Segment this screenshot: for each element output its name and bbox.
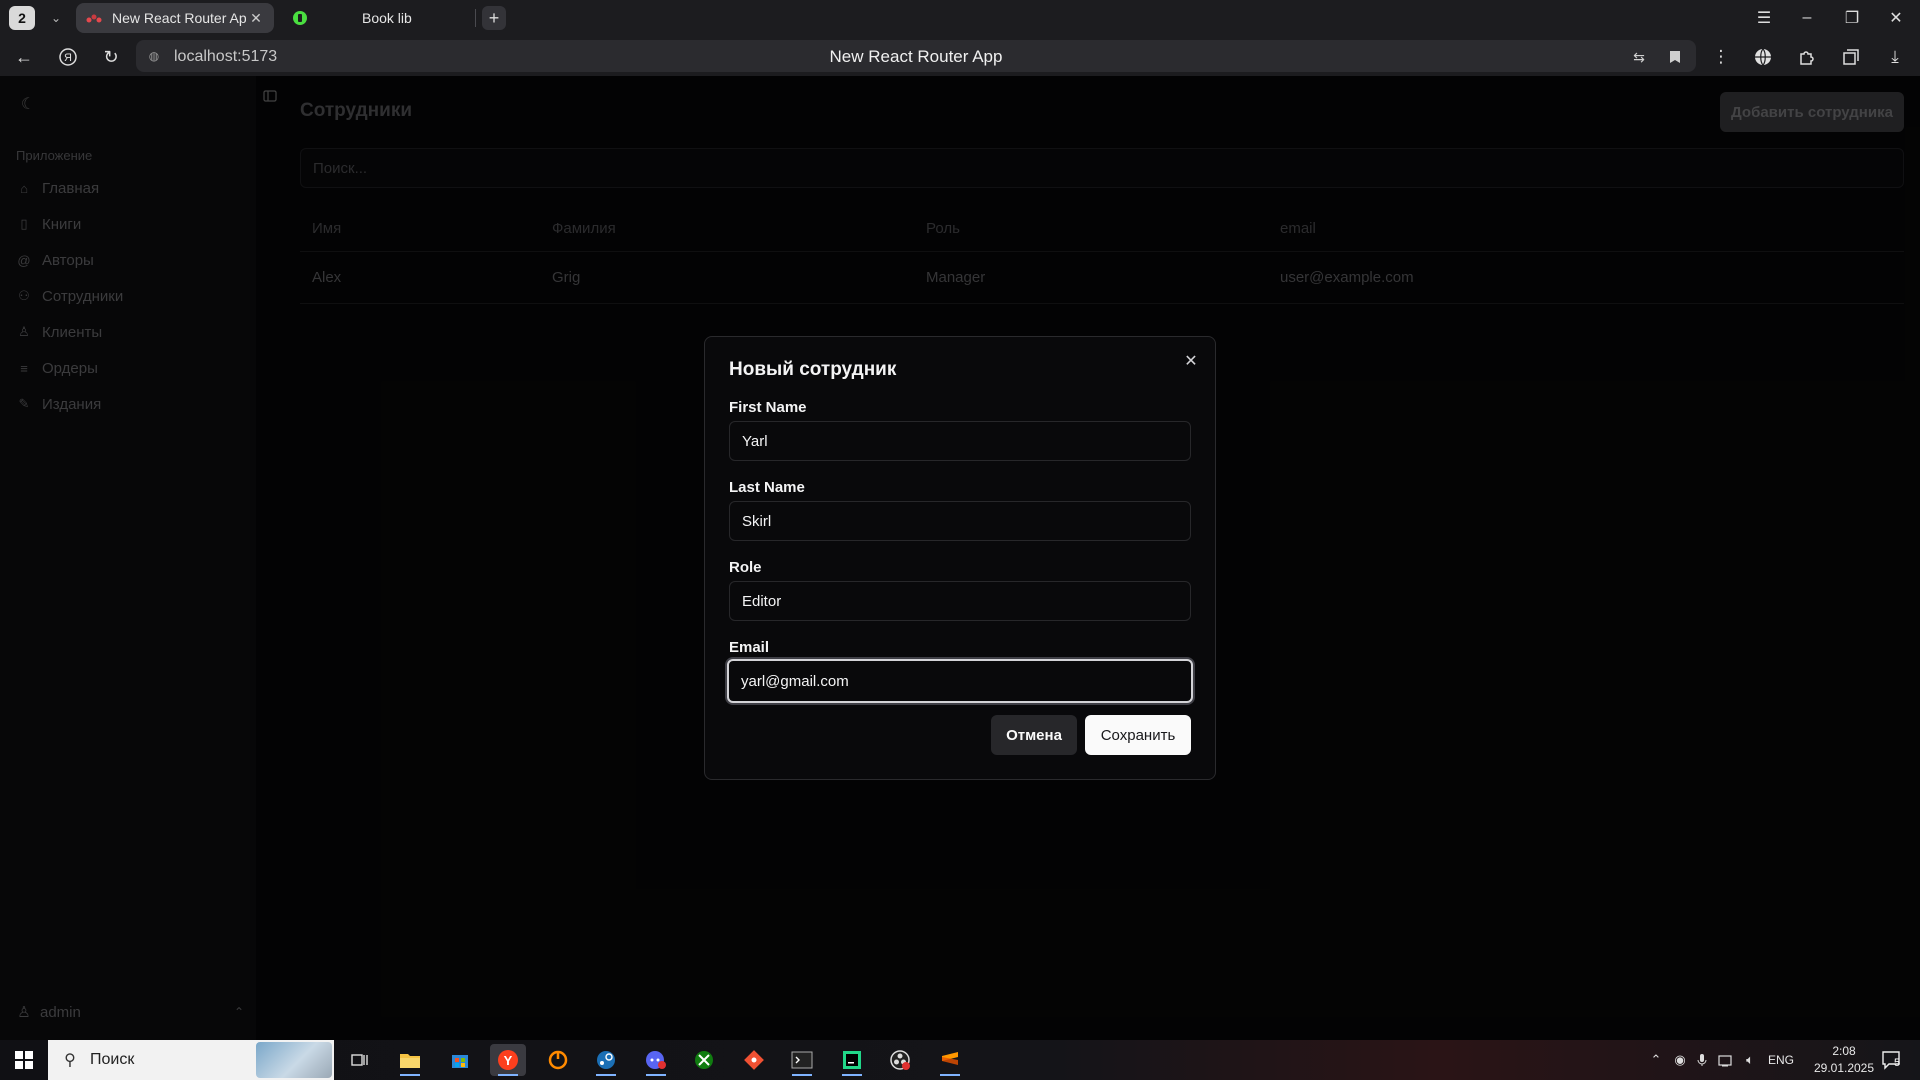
page-title-in-bar: New React Router App [829, 47, 1003, 66]
clock-time[interactable]: 2:08 [1820, 1044, 1868, 1058]
taskbar-search-label: Поиск [90, 1051, 135, 1068]
running-indicator [792, 1074, 812, 1076]
last-name-input[interactable] [729, 501, 1191, 541]
role-label: Role [729, 559, 762, 576]
yandex-browser-taskbar-icon[interactable]: Y [490, 1044, 526, 1076]
new-tab-plus-icon[interactable]: + [482, 6, 506, 30]
bookmark-icon[interactable] [1666, 48, 1684, 66]
search-icon: ⚲ [64, 1052, 76, 1069]
close-window-icon[interactable]: ✕ [1882, 4, 1910, 32]
clock-date[interactable]: 29.01.2025 [1806, 1061, 1882, 1075]
running-indicator [400, 1074, 420, 1076]
sublime-icon[interactable] [932, 1044, 968, 1076]
webcam-icon[interactable]: ◉ [1672, 1052, 1688, 1068]
close-icon[interactable]: ✕ [1181, 351, 1201, 371]
discord-icon[interactable] [638, 1044, 674, 1076]
yandex-logo-icon[interactable]: Я [54, 44, 82, 70]
tray-expand-chevron-icon[interactable]: ⌃ [1648, 1052, 1664, 1068]
restore-icon[interactable]: ❐ [1838, 4, 1866, 32]
tab-book-lib[interactable]: Book lib [282, 3, 472, 33]
url-bar[interactable]: ◍ localhost:5173 New React Router App ⇆ [136, 40, 1696, 72]
language-indicator[interactable]: ENG [1768, 1053, 1794, 1067]
terminal-icon[interactable] [784, 1044, 820, 1076]
role-input[interactable] [729, 581, 1191, 621]
tab-title: Book lib [362, 10, 412, 26]
downloads-icon[interactable]: ⤓ [1882, 44, 1908, 70]
tab-divider [475, 9, 476, 27]
tab-react-router-app[interactable]: New React Router App ✕ [76, 3, 274, 33]
obs-icon[interactable] [882, 1044, 918, 1076]
translate-icon[interactable]: ⇆ [1630, 48, 1648, 66]
file-explorer-icon[interactable] [392, 1044, 428, 1076]
running-indicator [940, 1074, 960, 1076]
last-name-label: Last Name [729, 479, 805, 496]
save-button[interactable]: Сохранить [1085, 715, 1191, 755]
extensions-puzzle-icon[interactable] [1794, 44, 1820, 70]
task-view-icon[interactable] [342, 1044, 378, 1076]
browser-address-bar: ← Я ↻ ◍ localhost:5173 New React Router … [0, 36, 1920, 76]
running-indicator [596, 1074, 616, 1076]
running-indicator [646, 1074, 666, 1076]
first-name-label: First Name [729, 399, 807, 416]
notification-center-icon[interactable]: 5 [1878, 1048, 1906, 1072]
running-indicator [842, 1074, 862, 1076]
windows-start-icon[interactable] [0, 1040, 48, 1080]
first-name-input[interactable] [729, 421, 1191, 461]
cancel-button[interactable]: Отмена [991, 715, 1077, 755]
search-highlight-image [256, 1042, 332, 1078]
svg-text:Я: Я [64, 52, 72, 64]
pycharm-icon[interactable] [834, 1044, 870, 1076]
tab-count-badge[interactable]: 2 [9, 6, 35, 30]
more-vertical-icon[interactable]: ⋮ [1708, 44, 1734, 70]
tab-title: New React Router App [112, 10, 246, 26]
microphone-icon[interactable] [1694, 1052, 1710, 1068]
tab-close-icon[interactable]: ✕ [246, 8, 266, 28]
browser-tab-bar: 2 ⌄ New React Router App ✕ Book lib + ☰ … [0, 0, 1920, 36]
back-arrow-icon[interactable]: ← [10, 44, 38, 70]
git-icon[interactable] [736, 1044, 772, 1076]
windows-taskbar: ⚲ Поиск Y ⌃ ◉ 🔈︎ ENG 2:08 29.01.2025 5 [0, 1040, 1920, 1080]
tab-list-chevron-icon[interactable]: ⌄ [44, 6, 68, 30]
email-input[interactable] [727, 659, 1193, 703]
power-app-icon[interactable] [540, 1044, 576, 1076]
react-router-favicon-icon [86, 10, 102, 26]
notification-count: 5 [1894, 1057, 1901, 1069]
dialog-title: Новый сотрудник [729, 359, 897, 380]
browser-menu-icon[interactable]: ☰ [1750, 4, 1778, 32]
steam-icon[interactable] [588, 1044, 624, 1076]
collections-icon[interactable] [1838, 44, 1864, 70]
volume-icon[interactable]: 🔈︎ [1742, 1052, 1758, 1068]
taskbar-search-box[interactable]: ⚲ Поиск [48, 1040, 334, 1080]
running-indicator [498, 1074, 518, 1076]
new-employee-dialog: Новый сотрудник ✕ First Name Last Name R… [704, 336, 1216, 780]
minimize-icon[interactable]: – [1793, 4, 1821, 32]
svg-text:Y: Y [504, 1053, 513, 1068]
book-lib-favicon-icon [292, 10, 308, 26]
screen: 2 ⌄ New React Router App ✕ Book lib + ☰ … [0, 0, 1920, 1080]
email-label: Email [729, 639, 770, 656]
reload-icon[interactable]: ↻ [97, 44, 125, 70]
xbox-icon[interactable] [686, 1044, 722, 1076]
network-icon[interactable] [1718, 1052, 1734, 1068]
microsoft-store-icon[interactable] [442, 1044, 478, 1076]
globe-icon[interactable] [1750, 44, 1776, 70]
